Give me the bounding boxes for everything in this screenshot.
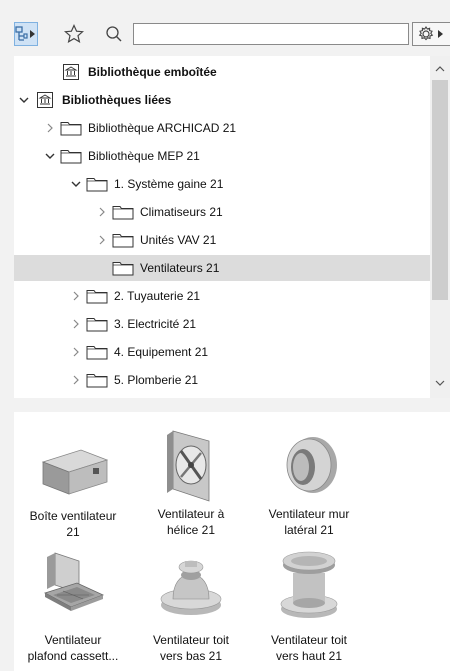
preview-tile[interactable]: Ventilateur toit vers bas 21 [132, 544, 250, 664]
preview-tile[interactable]: Ventilateur toit vers haut 21 [250, 544, 368, 664]
tree-item-label: Bibliothèques liées [62, 93, 172, 107]
preview-tile[interactable]: Ventilateur à hélice 21 [132, 420, 250, 538]
folder-icon [60, 119, 82, 137]
library-building-icon [34, 91, 56, 109]
star-icon [64, 24, 84, 44]
preview-tile[interactable]: Ventilateur plafond cassett... [14, 544, 132, 664]
folder-icon [86, 343, 108, 361]
tree-item-label: 5. Plomberie 21 [114, 373, 199, 387]
tree-item[interactable]: 5. Plomberie 21 [14, 367, 430, 393]
tree-item[interactable]: Bibliothèque emboîtée [14, 59, 430, 85]
tile-label-line1: Boîte ventilateur [29, 509, 117, 523]
tree-item-label: 3. Electricité 21 [114, 317, 197, 331]
tree-item-label: Ventilateurs 21 [140, 261, 220, 275]
tile-label-line1: Ventilateur mur [268, 507, 350, 521]
folder-icon [86, 175, 108, 193]
library-tree[interactable]: Bibliothèque emboîtée Bibliothèques liées… [14, 56, 450, 398]
settings-button[interactable] [412, 22, 450, 46]
tree-view-icon [15, 26, 35, 41]
roof-fan-up-icon [280, 551, 338, 618]
tree-item[interactable]: 1. Système gaine 21 [14, 171, 430, 197]
tree-item[interactable]: Climatiseurs 21 [14, 199, 430, 225]
tree-item-label: 1. Système gaine 21 [114, 177, 224, 191]
search-button[interactable] [102, 22, 126, 46]
chevron-right-icon[interactable] [70, 318, 82, 330]
folder-icon [112, 259, 134, 277]
roof-fan-down-icon [160, 560, 222, 615]
folder-icon [60, 147, 82, 165]
tile-label-line2: plafond cassett... [27, 649, 119, 663]
tree-item-label: Bibliothèque emboîtée [88, 65, 217, 79]
tree-item[interactable]: Unités VAV 21 [14, 227, 430, 253]
tree-item-label: Bibliothèque ARCHICAD 21 [88, 121, 237, 135]
preview-tile[interactable]: Ventilateur mur latéral 21 [250, 420, 368, 538]
tree-item-label: Bibliothèque MEP 21 [88, 149, 200, 163]
chevron-right-icon[interactable] [96, 206, 108, 218]
preview-tile[interactable]: Boîte ventilateur 21 [14, 426, 132, 540]
tile-label-line1: Ventilateur toit [270, 633, 348, 647]
chevron-down-icon[interactable] [18, 94, 30, 106]
fan-box-icon [41, 449, 109, 495]
scroll-up-arrow-icon[interactable] [434, 64, 446, 74]
tile-label-line2: vers haut 21 [275, 649, 343, 663]
tile-label-line2: vers bas 21 [159, 649, 223, 663]
gear-icon [418, 25, 443, 41]
tree-item[interactable]: Bibliothèque MEP 21 [14, 143, 430, 169]
chevron-right-icon[interactable] [70, 346, 82, 358]
chevron-right-icon[interactable] [96, 234, 108, 246]
object-preview-grid: Boîte ventilateur 21 Ventilateur à hélic… [14, 412, 450, 671]
wall-fan-icon [286, 437, 337, 493]
tree-item[interactable]: 3. Electricité 21 [14, 311, 430, 337]
scrollbar-thumb[interactable] [432, 80, 448, 300]
tile-label-line1: Ventilateur toit [152, 633, 230, 647]
tree-item-label: 2. Tuyauterie 21 [114, 289, 201, 303]
panel-separator[interactable] [0, 398, 450, 412]
search-input[interactable] [133, 23, 409, 45]
tree-item[interactable]: Bibliothèques liées [14, 87, 430, 113]
scroll-down-arrow-icon[interactable] [434, 378, 446, 388]
tile-label-line1: Ventilateur [44, 633, 102, 647]
chevron-right-icon[interactable] [70, 290, 82, 302]
folder-icon [112, 203, 134, 221]
tree-item[interactable]: 2. Tuyauterie 21 [14, 283, 430, 309]
folder-icon [86, 315, 108, 333]
tree-item-label: Climatiseurs 21 [140, 205, 223, 219]
tree-item-label: Unités VAV 21 [140, 233, 217, 247]
folder-icon [112, 231, 134, 249]
search-icon [106, 26, 122, 42]
tile-label-line2: 21 [66, 525, 80, 539]
tree-scrollbar[interactable] [430, 56, 450, 398]
chevron-down-icon[interactable] [70, 178, 82, 190]
folder-icon [86, 371, 108, 389]
library-toolbar [0, 0, 450, 56]
chevron-down-icon[interactable] [44, 150, 56, 162]
tile-label-line1: Ventilateur à [157, 507, 225, 521]
chevron-right-icon[interactable] [44, 122, 56, 134]
propeller-fan-icon [167, 430, 210, 502]
tree-item[interactable]: Ventilateurs 21 [14, 255, 430, 281]
favorites-button[interactable] [62, 22, 86, 46]
ceiling-cassette-fan-icon [43, 552, 105, 611]
tile-label-line2: latéral 21 [284, 523, 334, 537]
library-building-icon [60, 63, 82, 81]
tree-item[interactable]: Bibliothèque ARCHICAD 21 [14, 115, 430, 141]
tree-item[interactable]: 4. Equipement 21 [14, 339, 430, 365]
tree-item-label: 4. Equipement 21 [114, 345, 209, 359]
chevron-right-icon[interactable] [70, 374, 82, 386]
tile-label-line2: hélice 21 [166, 523, 216, 537]
tree-view-toggle-button[interactable] [14, 22, 38, 46]
folder-icon [86, 287, 108, 305]
